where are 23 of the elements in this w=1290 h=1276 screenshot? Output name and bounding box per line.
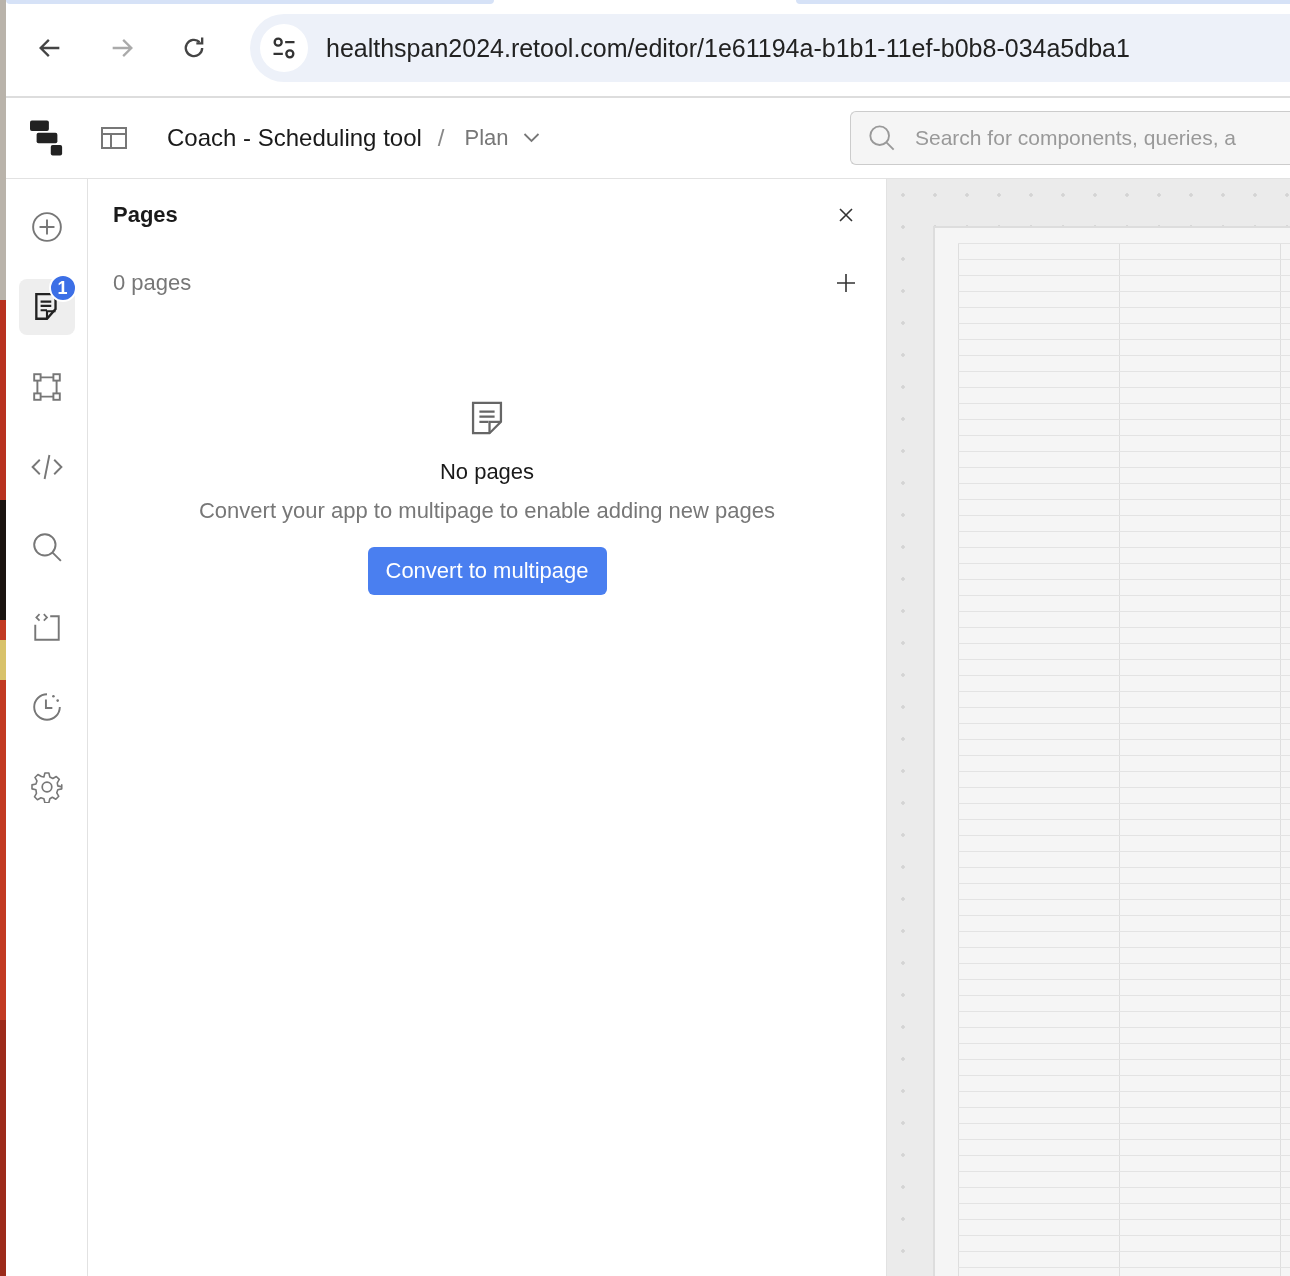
url-text: healthspan2024.retool.com/editor/1e61194a-b1b1-11ef-b0b8-034a5dba1 [326, 33, 1130, 63]
add-icon[interactable] [836, 273, 856, 293]
settings-icon [30, 771, 63, 803]
empty-state-text: Convert your app to multipage to enable adding new pages [197, 497, 777, 525]
chevron-down-icon [522, 133, 540, 143]
logo-icon[interactable] [30, 119, 64, 157]
close-icon[interactable] [838, 207, 854, 223]
panel-title: Pages [113, 202, 178, 228]
frame-icon [30, 371, 63, 403]
notification-badge: 1 [48, 274, 77, 302]
breadcrumb-separator: / [437, 124, 445, 152]
convert-button[interactable]: Convert to multipage [367, 547, 607, 595]
layout-icon[interactable] [101, 127, 127, 149]
address-bar[interactable]: healthspan2024.retool.com/editor/1e61194a-b1b1-11ef-b0b8-034a5dba1 [250, 14, 1290, 82]
app-name[interactable]: Coach - Scheduling tool [167, 124, 422, 152]
plus-circle-icon [30, 211, 63, 243]
history-icon [30, 691, 63, 723]
page-dropdown[interactable]: Plan [460, 121, 544, 155]
page-count: 0 pages [113, 270, 192, 296]
site-settings-icon[interactable] [260, 24, 308, 72]
search-field[interactable]: Search for components, queries, a [850, 111, 1290, 165]
search-icon [30, 531, 63, 563]
empty-state-title: No pages [439, 459, 535, 485]
